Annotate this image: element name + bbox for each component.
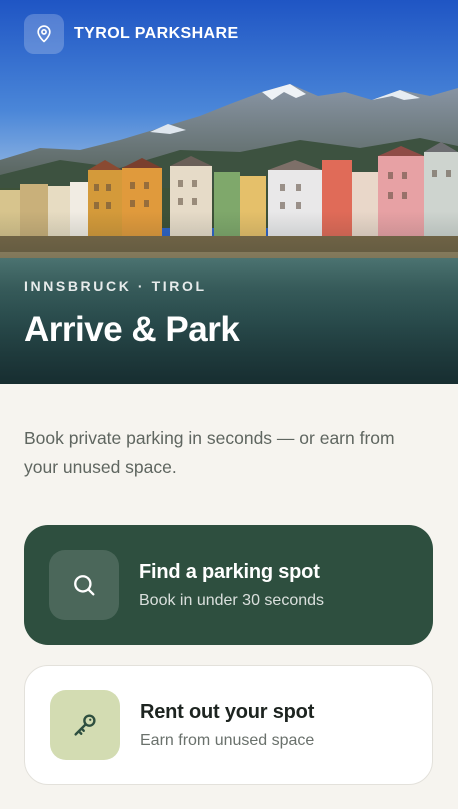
location-eyebrow: INNSBRUCK · TIROL bbox=[24, 278, 207, 294]
rent-card-title: Rent out your spot bbox=[140, 700, 315, 723]
find-parking-button[interactable]: Find a parking spot Book in under 30 sec… bbox=[24, 525, 433, 645]
map-pin-icon bbox=[37, 25, 51, 43]
brand-header[interactable]: TYROL PARKSHARE bbox=[24, 14, 239, 54]
key-icon bbox=[74, 714, 96, 736]
hero-banner: TYROL PARKSHARE INNSBRUCK · TIROL Arrive… bbox=[0, 0, 458, 384]
rent-icon-tile bbox=[50, 690, 120, 760]
rent-card-text: Rent out your spot Earn from unused spac… bbox=[140, 701, 314, 750]
landing-page: TYROL PARKSHARE INNSBRUCK · TIROL Arrive… bbox=[0, 0, 458, 809]
rent-spot-button[interactable]: Rent out your spot Earn from unused spac… bbox=[24, 665, 433, 785]
brand-name: TYROL PARKSHARE bbox=[74, 25, 239, 42]
search-icon bbox=[74, 575, 95, 596]
find-icon-tile bbox=[49, 550, 119, 620]
find-card-subtitle: Book in under 30 seconds bbox=[139, 591, 325, 609]
find-card-text: Find a parking spot Book in under 30 sec… bbox=[139, 561, 324, 610]
intro-text: Book private parking in seconds — or ear… bbox=[24, 428, 395, 477]
hero-title: Arrive & Park bbox=[24, 310, 240, 349]
rent-card-subtitle: Earn from unused space bbox=[140, 731, 315, 749]
find-card-title: Find a parking spot bbox=[139, 560, 320, 583]
brand-logo-badge bbox=[24, 14, 64, 54]
